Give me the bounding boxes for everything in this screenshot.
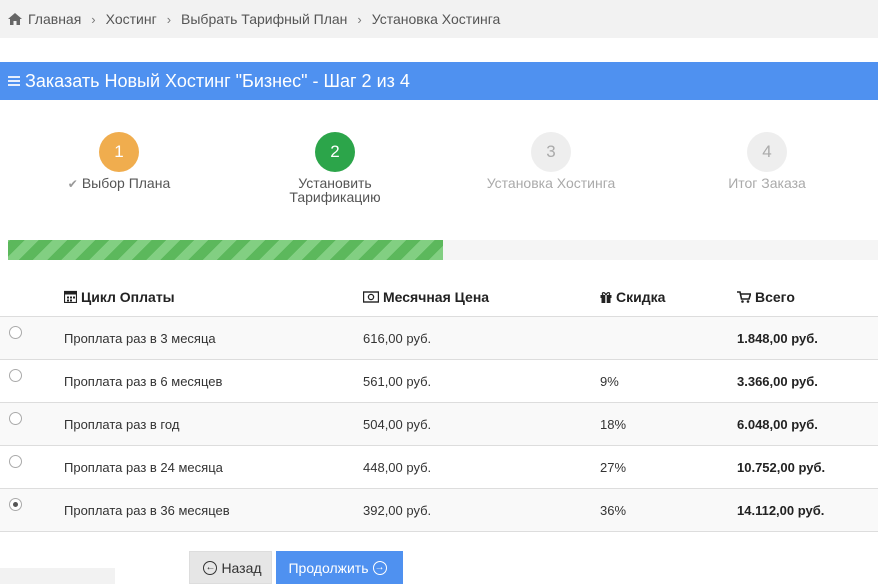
table-row[interactable]: Проплата раз в 36 месяцев 392,00 руб. 36… bbox=[0, 489, 878, 532]
step-2: 2 Установить Тарификацию bbox=[245, 132, 425, 204]
progress-bar bbox=[8, 240, 443, 260]
breadcrumb-separator: › bbox=[357, 11, 362, 27]
cycle-radio[interactable] bbox=[9, 326, 22, 339]
total-cell: 10.752,00 руб. bbox=[737, 459, 826, 475]
step-3-label: Установка Хостинга bbox=[486, 175, 616, 191]
cycle-radio[interactable] bbox=[9, 412, 22, 425]
cycle-radio[interactable] bbox=[9, 369, 22, 382]
breadcrumb-separator: › bbox=[166, 11, 172, 27]
back-button[interactable]: ← Назад bbox=[189, 551, 272, 584]
step-2-label-line1: Установить bbox=[298, 175, 372, 191]
step-2-label-line2: Тарификацию bbox=[289, 189, 381, 205]
discount-cell: 9% bbox=[600, 373, 619, 389]
cycle-radio[interactable] bbox=[9, 455, 22, 468]
monthly-cell: 504,00 руб. bbox=[363, 416, 432, 432]
header-cycle: Цикл Оплаты bbox=[81, 288, 175, 305]
breadcrumb-hosting[interactable]: Хостинг bbox=[106, 11, 157, 27]
step-3: 3 Установка Хостинга bbox=[461, 132, 641, 190]
discount-cell: 27% bbox=[600, 459, 627, 475]
header-total: Всего bbox=[755, 288, 795, 305]
breadcrumb: Главная › Хостинг › Выбрать Тарифный Пла… bbox=[0, 0, 878, 38]
check-icon: ✔ bbox=[67, 177, 78, 191]
table-row[interactable]: Проплата раз в 3 месяца 616,00 руб. 1.84… bbox=[0, 317, 878, 360]
step-2-circle: 2 bbox=[315, 132, 355, 172]
home-icon[interactable] bbox=[8, 13, 22, 25]
cycle-cell: Проплата раз в 36 месяцев bbox=[64, 502, 230, 518]
arrow-left-icon: ← bbox=[203, 560, 218, 575]
back-button-label: Назад bbox=[221, 559, 262, 576]
cycle-cell: Проплата раз в 6 месяцев bbox=[64, 373, 223, 389]
cycle-radio-selected[interactable] bbox=[9, 498, 22, 511]
calendar-icon bbox=[64, 290, 77, 303]
header-discount: Скидка bbox=[616, 288, 666, 305]
breadcrumb-separator: › bbox=[91, 11, 96, 27]
step-indicator: 1 ✔ Выбор Плана 2 Установить Тарификацию … bbox=[0, 132, 878, 212]
monthly-cell: 448,00 руб. bbox=[363, 459, 432, 475]
total-cell: 3.366,00 руб. bbox=[737, 373, 818, 389]
cycle-cell: Проплата раз в 3 месяца bbox=[64, 330, 216, 346]
header-monthly: Месячная Цена bbox=[383, 288, 490, 305]
step-1[interactable]: 1 ✔ Выбор Плана bbox=[29, 132, 209, 191]
monthly-cell: 616,00 руб. bbox=[363, 330, 432, 346]
step-4: 4 Итог Заказа bbox=[677, 132, 857, 190]
step-1-label: Выбор Плана bbox=[81, 175, 171, 191]
breadcrumb-home[interactable]: Главная bbox=[28, 11, 81, 27]
continue-button-label: Продолжить bbox=[288, 559, 369, 576]
step-3-circle: 3 bbox=[531, 132, 571, 172]
step-1-circle: 1 bbox=[99, 132, 139, 172]
footer-strip bbox=[0, 568, 115, 584]
cycle-cell: Проплата раз в 24 месяца bbox=[64, 459, 223, 475]
panel-header: Заказать Новый Хостинг "Бизнес" - Шаг 2 … bbox=[0, 62, 878, 100]
total-cell: 6.048,00 руб. bbox=[737, 416, 818, 432]
cycle-cell: Проплата раз в год bbox=[64, 416, 180, 432]
total-cell: 14.112,00 руб. bbox=[737, 502, 825, 518]
step-4-circle: 4 bbox=[747, 132, 787, 172]
money-icon bbox=[363, 290, 379, 303]
cart-icon bbox=[737, 290, 751, 303]
breadcrumb-choose-plan[interactable]: Выбрать Тарифный План bbox=[181, 11, 347, 27]
breadcrumb-current: Установка Хостинга bbox=[371, 11, 501, 27]
table-header: Цикл Оплаты Месячная Цена Скидка Всего bbox=[0, 277, 878, 317]
table-row[interactable]: Проплата раз в 6 месяцев 561,00 руб. 9% … bbox=[0, 360, 878, 403]
billing-cycle-table: Цикл Оплаты Месячная Цена Скидка Всего П… bbox=[0, 277, 878, 532]
monthly-cell: 392,00 руб. bbox=[363, 502, 432, 518]
progress-track bbox=[8, 240, 878, 260]
continue-button[interactable]: Продолжить → bbox=[276, 551, 403, 584]
monthly-cell: 561,00 руб. bbox=[363, 373, 432, 389]
total-cell: 1.848,00 руб. bbox=[737, 330, 818, 346]
step-4-label: Итог Заказа bbox=[728, 175, 806, 191]
discount-cell: 18% bbox=[600, 416, 627, 432]
arrow-right-icon: → bbox=[372, 560, 387, 575]
gift-icon bbox=[600, 291, 612, 303]
discount-cell: 36% bbox=[600, 502, 627, 518]
table-row[interactable]: Проплата раз в 24 месяца 448,00 руб. 27%… bbox=[0, 446, 878, 489]
page-title: Заказать Новый Хостинг "Бизнес" - Шаг 2 … bbox=[25, 70, 410, 91]
menu-icon bbox=[8, 76, 20, 86]
table-row[interactable]: Проплата раз в год 504,00 руб. 18% 6.048… bbox=[0, 403, 878, 446]
